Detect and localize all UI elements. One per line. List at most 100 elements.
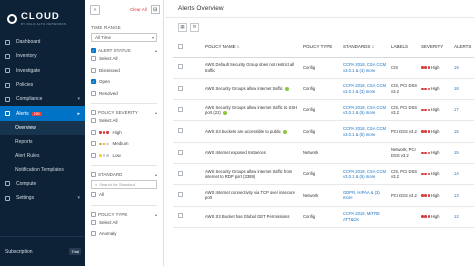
standards-link[interactable]: CCPA 2018, CSA CCM v3.0.1 & (3) more	[343, 83, 386, 94]
alerts-count-cell[interactable]: 15	[452, 142, 474, 164]
checkbox[interactable]	[91, 172, 96, 177]
alerts-count-cell[interactable]: 12	[452, 206, 474, 228]
checkbox[interactable]: ✓	[91, 79, 96, 85]
table-row[interactable]: AWS S3 buckets are accessible to public C…	[173, 120, 474, 143]
policy-name[interactable]: AWS Security Groups allow internet traff…	[205, 105, 297, 116]
standards-cell[interactable]: CCPA 2018, MITRE ATT&CK	[341, 206, 389, 228]
sidebar-item-dashboard[interactable]: Dashboard	[0, 35, 85, 49]
table-row[interactable]: AWS Security Groups allow internet traff…	[173, 99, 474, 122]
alerts-count-link[interactable]: 13	[454, 193, 459, 198]
filter-icon[interactable]: ⊟	[150, 5, 160, 14]
sidebar-item-alerts[interactable]: Alerts 290 ▸	[0, 106, 85, 121]
standards-link[interactable]: GDPR, HIPAA & (3) more	[343, 190, 380, 201]
table-row[interactable]: AWS Internet exposed Instances Network Net…	[173, 142, 474, 164]
alerts-count-cell[interactable]: 15	[452, 120, 474, 143]
alerts-count-cell[interactable]: 17	[452, 99, 474, 122]
policy-name-cell[interactable]: AWS Internet connectivity via TCP over i…	[203, 184, 301, 207]
row-select-cell[interactable]	[173, 206, 203, 228]
policy-name[interactable]: AWS Security Groups allow internet traff…	[205, 169, 292, 180]
policy-name[interactable]: AWS Default Security Group does not rest…	[205, 62, 294, 73]
sidebar-item-subscription[interactable]: Subscription Trial	[0, 236, 85, 266]
checkbox[interactable]	[91, 192, 96, 198]
time-range-select[interactable]: All Time ▾	[91, 33, 157, 42]
alerts-count-cell[interactable]: 19	[452, 57, 474, 79]
checkbox[interactable]	[91, 56, 96, 62]
standards-cell[interactable]: CCPA 2018, CSA CCM v3.0.1 & (4) more	[341, 57, 389, 79]
severity-option-low[interactable]: Low	[85, 150, 163, 162]
sidebar-subitem-reports[interactable]: Reports	[0, 135, 85, 149]
checkbox[interactable]	[91, 67, 96, 73]
checkbox[interactable]	[178, 64, 183, 70]
row-select-cell[interactable]	[173, 57, 203, 79]
table-row[interactable]: AWS Internet connectivity via TCP over i…	[173, 184, 474, 207]
logo[interactable]: CLOUD BY PALO ALTO NETWORKS	[0, 0, 85, 29]
column-header-labels[interactable]: LABELS	[389, 37, 419, 58]
checkbox[interactable]	[91, 90, 96, 96]
alerts-count-cell[interactable]: 14	[452, 163, 474, 186]
standards-link[interactable]: CCPA 2018, CSA CCM v3.0.1 & (5) more	[343, 169, 386, 180]
row-select-cell[interactable]	[173, 78, 203, 101]
checkbox[interactable]	[178, 213, 183, 219]
alerts-count-link[interactable]: 12	[454, 214, 459, 219]
table-row[interactable]: AWS Security Groups allow internet traff…	[173, 163, 474, 186]
row-select-cell[interactable]	[173, 142, 203, 164]
policy-name[interactable]: AWS S3 buckets are accessible to public	[205, 129, 281, 134]
column-header-severity[interactable]: SEVERITY	[419, 37, 452, 58]
standards-cell[interactable]: CCPA 2018, CSA CCM v3.0.1 & (5) more	[341, 99, 389, 122]
table-row[interactable]: AWS Default Security Group does not rest…	[173, 57, 474, 79]
policy-name[interactable]: AWS S3 Bucket has Global GET Permissions	[205, 214, 289, 219]
alert-status-header[interactable]: ✓ ALERT STATUS ▴	[85, 42, 163, 53]
severity-option-medium[interactable]: Medium	[85, 138, 163, 150]
sidebar-item-settings[interactable]: Settings ▾	[0, 191, 85, 205]
alerts-count-link[interactable]: 18	[454, 86, 459, 91]
row-select-cell[interactable]	[173, 99, 203, 122]
column-header-alerts[interactable]: ALERTS	[452, 37, 474, 58]
collapse-filters-button[interactable]: «	[90, 4, 100, 15]
standard-header[interactable]: STANDARD ▴	[85, 166, 163, 177]
checkbox[interactable]	[178, 85, 183, 91]
standards-cell[interactable]: GDPR, HIPAA & (3) more	[341, 184, 389, 207]
standard-option[interactable]: All	[85, 189, 163, 201]
select-all-header[interactable]	[173, 37, 203, 58]
standards-cell[interactable]	[341, 142, 389, 164]
column-header-policy-name[interactable]: POLICY NAME⇅	[203, 37, 301, 58]
checkbox[interactable]	[91, 110, 96, 115]
checkbox[interactable]	[178, 43, 183, 49]
checkbox[interactable]	[178, 149, 183, 155]
row-select-cell[interactable]	[173, 163, 203, 186]
policy-name[interactable]: AWS Internet connectivity via TCP over i…	[205, 190, 295, 201]
checkbox[interactable]	[91, 231, 96, 237]
row-select-cell[interactable]	[173, 120, 203, 143]
alerts-count-cell[interactable]: 18	[452, 78, 474, 101]
sidebar-subitem-alert-rules[interactable]: Alert Rules	[0, 149, 85, 163]
table-row[interactable]: AWS Security Groups allow internet traff…	[173, 78, 474, 101]
column-header-policy-type[interactable]: POLICY TYPE	[301, 37, 341, 58]
sidebar-item-compliance[interactable]: Compliance ▾	[0, 92, 85, 106]
sidebar-item-policies[interactable]: Policies	[0, 78, 85, 92]
sidebar-item-inventory[interactable]: Inventory	[0, 49, 85, 63]
standard-search-input[interactable]: ⌕ Search for Standard	[91, 180, 157, 189]
policy-name[interactable]: AWS Internet exposed Instances	[205, 150, 266, 155]
checkbox[interactable]	[91, 211, 96, 217]
alerts-count-link[interactable]: 17	[454, 107, 459, 112]
severity-option[interactable]: Select All	[85, 115, 163, 127]
policy-name[interactable]: AWS Security Groups allow internet traff…	[205, 86, 283, 91]
alert-status-option[interactable]: ✓ Open	[85, 76, 163, 88]
policy-name-cell[interactable]: AWS S3 Bucket has Global GET Permissions	[203, 206, 301, 228]
policy-name-cell[interactable]: AWS Security Groups allow internet traff…	[203, 78, 301, 101]
policy-name-cell[interactable]: AWS S3 buckets are accessible to public	[203, 120, 301, 143]
alerts-count-link[interactable]: 15	[454, 150, 459, 155]
policy-severity-header[interactable]: POLICY SEVERITY ▴	[85, 104, 163, 115]
grid-view-icon[interactable]: ▦	[178, 22, 187, 32]
standards-cell[interactable]: CCPA 2018, CSA CCM v3.0.1 & (5) more	[341, 163, 389, 186]
checkbox[interactable]	[91, 118, 96, 124]
standards-cell[interactable]: CCPA 2018, CSA CCM v3.0.1 & (5) more	[341, 120, 389, 143]
checkbox[interactable]	[91, 129, 96, 135]
sidebar-subitem-overview[interactable]: Overview	[0, 120, 85, 135]
settings-icon[interactable]: ⚙	[190, 22, 199, 32]
policy-type-option[interactable]: Select All	[85, 217, 163, 229]
checkbox[interactable]	[178, 170, 183, 176]
standards-link[interactable]: CCPA 2018, CSA CCM v3.0.1 & (5) more	[343, 105, 386, 116]
alert-status-option[interactable]: Dismissed	[85, 65, 163, 77]
alerts-count-link[interactable]: 14	[454, 171, 459, 176]
